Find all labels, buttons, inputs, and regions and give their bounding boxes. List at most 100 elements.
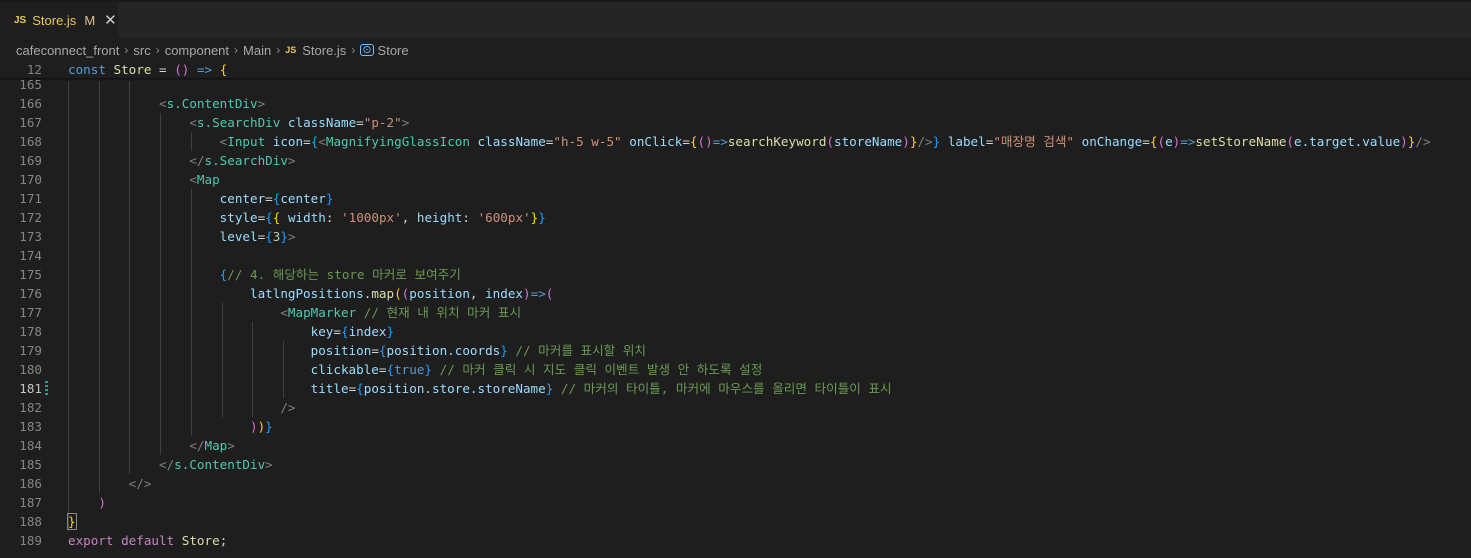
code-line[interactable]: position={position.coords} // 마커를 표시할 위치	[68, 341, 646, 360]
line-number: 178	[19, 324, 42, 339]
code-token: height	[416, 210, 463, 225]
code-token: position.store.storeName	[363, 381, 546, 396]
line-number: 187	[19, 495, 42, 510]
code-token: className	[287, 115, 357, 130]
code-token: s.SearchDiv	[196, 115, 281, 130]
code-token: width	[287, 210, 326, 225]
line-number: 174	[19, 248, 42, 263]
sticky-scroll-line[interactable]: const Store = () => {	[68, 60, 227, 79]
code-token: s.ContentDiv	[166, 96, 258, 111]
code-line[interactable]: ))}	[68, 417, 273, 436]
code-token: latlngPositions	[249, 286, 364, 301]
code-line[interactable]: latlngPositions.map((position, index)=>(	[68, 284, 553, 303]
code-token: e	[1165, 134, 1173, 149]
code-line[interactable]: </>	[68, 474, 152, 493]
line-number: 172	[19, 210, 42, 225]
code-token: s.ContentDiv	[174, 457, 266, 472]
code-token: e.target.value	[1294, 134, 1401, 149]
code-token: index	[348, 324, 387, 339]
code-line[interactable]: <Map	[68, 170, 220, 189]
code-token: true	[394, 362, 425, 377]
line-number: 169	[19, 153, 42, 168]
code-line[interactable]: style={{ width: '1000px', height: '600px…	[68, 208, 546, 227]
code-line[interactable]: />	[68, 398, 295, 417]
code-token: map	[371, 286, 395, 301]
line-number: 165	[19, 77, 42, 92]
code-token: key	[310, 324, 334, 339]
code-token: Map	[204, 438, 228, 453]
code-token: Map	[196, 172, 220, 187]
line-number: 185	[19, 457, 42, 472]
code-line[interactable]	[68, 246, 76, 265]
line-number: 176	[19, 286, 42, 301]
code-token: index	[485, 286, 524, 301]
code-token: className	[477, 134, 546, 149]
code-line[interactable]: <MapMarker // 현재 내 위치 마커 표시	[68, 303, 521, 322]
code-token: onClick	[629, 134, 683, 149]
code-token: position	[409, 286, 470, 301]
line-number: 181	[19, 381, 42, 396]
code-token: // 마커 클릭 시 지도 클릭 이벤트 발생 안 하도록 설정	[439, 362, 763, 377]
code-token: MagnifyingGlassIcon	[325, 134, 470, 149]
code-token: title	[310, 381, 349, 396]
line-number: 175	[19, 267, 42, 282]
code-line[interactable]: title={position.store.storeName} // 마커의 …	[68, 379, 892, 398]
line-number: 168	[19, 134, 42, 149]
code-token: position	[310, 343, 372, 358]
line-number: 179	[19, 343, 42, 358]
code-line[interactable]: level={3}>	[68, 227, 296, 246]
code-token: icon	[272, 134, 304, 149]
code-token: "h-5 w-5"	[553, 134, 622, 149]
code-token: export	[68, 533, 114, 548]
line-number: 182	[19, 400, 42, 415]
line-number: 188	[19, 514, 42, 529]
code-line[interactable]: }	[67, 512, 77, 531]
code-token: '1000px'	[341, 210, 402, 225]
code-token: const	[68, 62, 106, 77]
code-line[interactable]: clickable={true} // 마커 클릭 시 지도 클릭 이벤트 발생…	[68, 360, 763, 379]
code-token: center	[219, 191, 266, 206]
line-number: 166	[19, 96, 42, 111]
line-number: 177	[19, 305, 42, 320]
code-token: clickable	[310, 362, 379, 377]
code-token: // 마커의 타이틀, 마커에 마우스를 올리면 타이틀이 표시	[560, 381, 892, 396]
code-token: "p-2"	[363, 115, 402, 130]
code-token: Store	[181, 533, 220, 548]
modified-line-gutter	[45, 381, 48, 397]
line-number: 170	[19, 172, 42, 187]
line-number: 184	[19, 438, 42, 453]
code-line[interactable]: )	[68, 493, 106, 512]
code-token: default	[121, 533, 175, 548]
code-token: setStoreName	[1195, 134, 1287, 149]
code-token: position.coords	[386, 343, 501, 358]
code-token: style	[219, 210, 258, 225]
code-token: MapMarker	[287, 305, 357, 320]
code-token: s.SearchDiv	[204, 153, 288, 168]
code-line[interactable]: </Map>	[68, 436, 235, 455]
code-token: '600px'	[477, 210, 531, 225]
code-token: level	[219, 229, 258, 244]
line-number: 167	[19, 115, 42, 130]
code-line[interactable]: center={center}	[68, 189, 334, 208]
code-line[interactable]: </s.ContentDiv>	[68, 455, 273, 474]
code-line[interactable]: <Input icon={<MagnifyingGlassIcon classN…	[68, 132, 1431, 151]
line-number: 183	[19, 419, 42, 434]
code-line[interactable]: {// 4. 해당하는 store 마커로 보여주기	[68, 265, 461, 284]
code-token: searchKeyword	[727, 134, 827, 149]
line-number: 173	[19, 229, 42, 244]
code-line[interactable]: </s.SearchDiv>	[68, 151, 295, 170]
line-number: 171	[19, 191, 42, 206]
line-number: 180	[19, 362, 42, 377]
code-token: storeName	[834, 134, 903, 149]
code-line[interactable]: <s.ContentDiv>	[68, 94, 265, 113]
code-token: center	[280, 191, 326, 206]
code-line[interactable]: <s.SearchDiv className="p-2">	[68, 113, 409, 132]
code-token: onChange	[1081, 134, 1143, 149]
code-editor[interactable]: 12 const Store = () => { 165 166 167 168…	[0, 0, 1471, 558]
line-number: 186	[19, 476, 42, 491]
code-token: Store	[113, 62, 152, 77]
code-line[interactable]: key={index}	[68, 322, 394, 341]
code-line[interactable]: export default Store;	[68, 531, 227, 550]
code-token: "매장명 검색"	[993, 134, 1075, 149]
code-token: label	[947, 134, 986, 149]
